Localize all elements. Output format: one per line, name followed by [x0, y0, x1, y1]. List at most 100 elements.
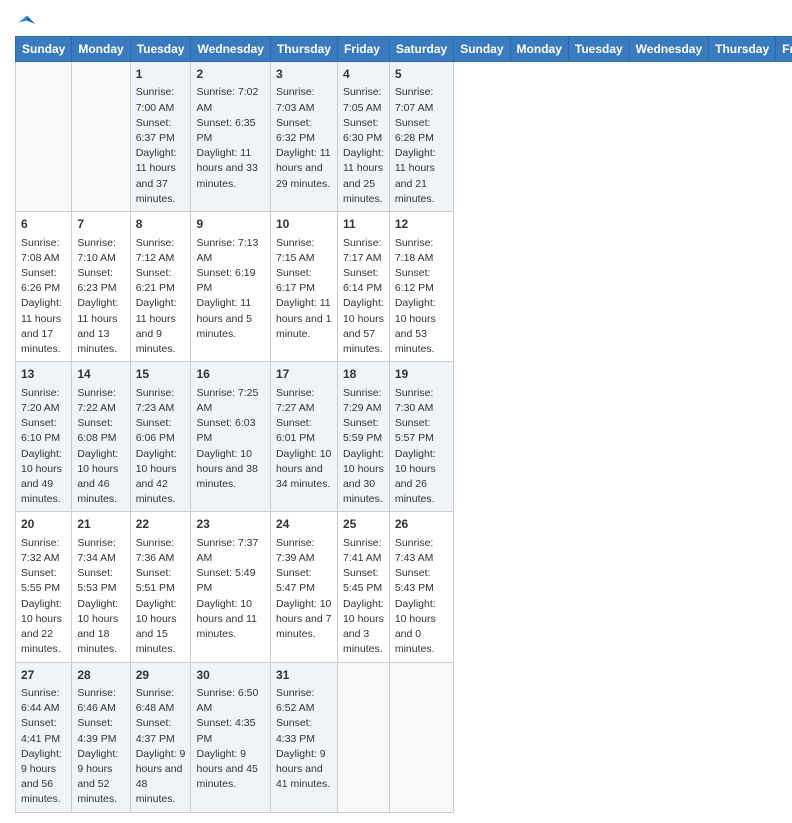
day-number: 6: [21, 216, 66, 233]
cell-text: Sunset: 6:28 PM: [395, 116, 448, 146]
day-number: 10: [276, 216, 332, 233]
cell-text: Sunset: 5:55 PM: [21, 566, 66, 596]
calendar-cell: 25Sunrise: 7:41 AMSunset: 5:45 PMDayligh…: [337, 512, 389, 662]
cell-text: Sunrise: 7:17 AM: [343, 236, 384, 266]
calendar-cell: 19Sunrise: 7:30 AMSunset: 5:57 PMDayligh…: [389, 362, 453, 512]
cell-text: Daylight: 10 hours and 11 minutes.: [196, 597, 264, 643]
day-number: 5: [395, 66, 448, 83]
cell-text: Sunset: 6:14 PM: [343, 266, 384, 296]
day-number: 15: [136, 366, 186, 383]
cell-text: Sunset: 5:49 PM: [196, 566, 264, 596]
cell-text: Daylight: 10 hours and 34 minutes.: [276, 447, 332, 493]
day-number: 22: [136, 516, 186, 533]
header-thursday: Thursday: [270, 37, 337, 62]
header-saturday: Saturday: [389, 37, 453, 62]
cell-text: Sunrise: 7:22 AM: [77, 386, 124, 416]
cell-text: Daylight: 11 hours and 25 minutes.: [343, 146, 384, 207]
day-number: 7: [77, 216, 124, 233]
calendar-cell: 1Sunrise: 7:00 AMSunset: 6:37 PMDaylight…: [130, 62, 191, 212]
calendar-cell: 30Sunrise: 6:50 AMSunset: 4:35 PMDayligh…: [191, 662, 270, 812]
header-tuesday: Tuesday: [130, 37, 191, 62]
calendar-header-row: SundayMondayTuesdayWednesdayThursdayFrid…: [16, 37, 792, 62]
cell-text: Sunrise: 7:32 AM: [21, 536, 66, 566]
cell-text: Sunset: 6:26 PM: [21, 266, 66, 296]
calendar-table: SundayMondayTuesdayWednesdayThursdayFrid…: [15, 36, 792, 813]
cell-text: Sunset: 5:51 PM: [136, 566, 186, 596]
page-header: [15, 10, 777, 30]
calendar-cell: 22Sunrise: 7:36 AMSunset: 5:51 PMDayligh…: [130, 512, 191, 662]
cell-text: Sunrise: 7:20 AM: [21, 386, 66, 416]
cell-text: Daylight: 11 hours and 1 minute.: [276, 296, 332, 342]
cell-text: Sunset: 4:41 PM: [21, 716, 66, 746]
header-monday: Monday: [72, 37, 130, 62]
cell-text: Daylight: 10 hours and 22 minutes.: [21, 597, 66, 658]
cell-text: Daylight: 11 hours and 37 minutes.: [136, 146, 186, 207]
cell-text: Sunset: 6:37 PM: [136, 116, 186, 146]
calendar-cell: 3Sunrise: 7:03 AMSunset: 6:32 PMDaylight…: [270, 62, 337, 212]
day-number: 1: [136, 66, 186, 83]
calendar-cell: 15Sunrise: 7:23 AMSunset: 6:06 PMDayligh…: [130, 362, 191, 512]
cell-text: Daylight: 11 hours and 13 minutes.: [77, 296, 124, 357]
cell-text: Sunrise: 7:37 AM: [196, 536, 264, 566]
calendar-cell: 6Sunrise: 7:08 AMSunset: 6:26 PMDaylight…: [16, 212, 72, 362]
cell-text: Daylight: 11 hours and 9 minutes.: [136, 296, 186, 357]
cell-text: Sunrise: 7:41 AM: [343, 536, 384, 566]
header-wednesday: Wednesday: [191, 37, 270, 62]
day-number: 23: [196, 516, 264, 533]
calendar-week-3: 13Sunrise: 7:20 AMSunset: 6:10 PMDayligh…: [16, 362, 792, 512]
cell-text: Sunset: 5:53 PM: [77, 566, 124, 596]
cell-text: Sunrise: 6:48 AM: [136, 686, 186, 716]
cell-text: Sunrise: 7:29 AM: [343, 386, 384, 416]
cell-text: Sunset: 4:35 PM: [196, 716, 264, 746]
cell-text: Sunrise: 6:52 AM: [276, 686, 332, 716]
calendar-week-5: 27Sunrise: 6:44 AMSunset: 4:41 PMDayligh…: [16, 662, 792, 812]
calendar-cell: 17Sunrise: 7:27 AMSunset: 6:01 PMDayligh…: [270, 362, 337, 512]
day-number: 18: [343, 366, 384, 383]
day-number: 12: [395, 216, 448, 233]
cell-text: Daylight: 10 hours and 46 minutes.: [77, 447, 124, 508]
cell-text: Daylight: 9 hours and 48 minutes.: [136, 747, 186, 808]
cell-text: Daylight: 10 hours and 15 minutes.: [136, 597, 186, 658]
calendar-cell: 26Sunrise: 7:43 AMSunset: 5:43 PMDayligh…: [389, 512, 453, 662]
cell-text: Daylight: 10 hours and 49 minutes.: [21, 447, 66, 508]
calendar-cell: 18Sunrise: 7:29 AMSunset: 5:59 PMDayligh…: [337, 362, 389, 512]
day-number: 16: [196, 366, 264, 383]
cell-text: Sunset: 4:33 PM: [276, 716, 332, 746]
cell-text: Daylight: 10 hours and 0 minutes.: [395, 597, 448, 658]
cell-text: Daylight: 10 hours and 3 minutes.: [343, 597, 384, 658]
cell-text: Sunrise: 7:12 AM: [136, 236, 186, 266]
cell-text: Daylight: 10 hours and 26 minutes.: [395, 447, 448, 508]
cell-text: Sunset: 6:06 PM: [136, 416, 186, 446]
cell-text: Sunset: 5:45 PM: [343, 566, 384, 596]
header-friday: Friday: [776, 37, 792, 62]
calendar-cell: 20Sunrise: 7:32 AMSunset: 5:55 PMDayligh…: [16, 512, 72, 662]
cell-text: Sunset: 5:43 PM: [395, 566, 448, 596]
cell-text: Sunrise: 7:27 AM: [276, 386, 332, 416]
day-number: 29: [136, 667, 186, 684]
day-number: 3: [276, 66, 332, 83]
header-thursday: Thursday: [709, 37, 776, 62]
calendar-cell: 16Sunrise: 7:25 AMSunset: 6:03 PMDayligh…: [191, 362, 270, 512]
cell-text: Sunset: 5:59 PM: [343, 416, 384, 446]
day-number: 21: [77, 516, 124, 533]
calendar-week-4: 20Sunrise: 7:32 AMSunset: 5:55 PMDayligh…: [16, 512, 792, 662]
cell-text: Sunrise: 7:34 AM: [77, 536, 124, 566]
day-number: 26: [395, 516, 448, 533]
cell-text: Daylight: 10 hours and 7 minutes.: [276, 597, 332, 643]
cell-text: Sunrise: 7:02 AM: [196, 85, 264, 115]
day-number: 4: [343, 66, 384, 83]
calendar-cell: 10Sunrise: 7:15 AMSunset: 6:17 PMDayligh…: [270, 212, 337, 362]
cell-text: Daylight: 9 hours and 41 minutes.: [276, 747, 332, 793]
cell-text: Sunrise: 7:30 AM: [395, 386, 448, 416]
cell-text: Sunrise: 7:39 AM: [276, 536, 332, 566]
cell-text: Sunrise: 7:03 AM: [276, 85, 332, 115]
cell-text: Sunset: 6:01 PM: [276, 416, 332, 446]
cell-text: Daylight: 11 hours and 21 minutes.: [395, 146, 448, 207]
cell-text: Sunrise: 6:46 AM: [77, 686, 124, 716]
header-friday: Friday: [337, 37, 389, 62]
cell-text: Sunrise: 7:18 AM: [395, 236, 448, 266]
cell-text: Sunset: 6:35 PM: [196, 116, 264, 146]
cell-text: Sunrise: 7:05 AM: [343, 85, 384, 115]
day-number: 31: [276, 667, 332, 684]
cell-text: Sunset: 6:19 PM: [196, 266, 264, 296]
